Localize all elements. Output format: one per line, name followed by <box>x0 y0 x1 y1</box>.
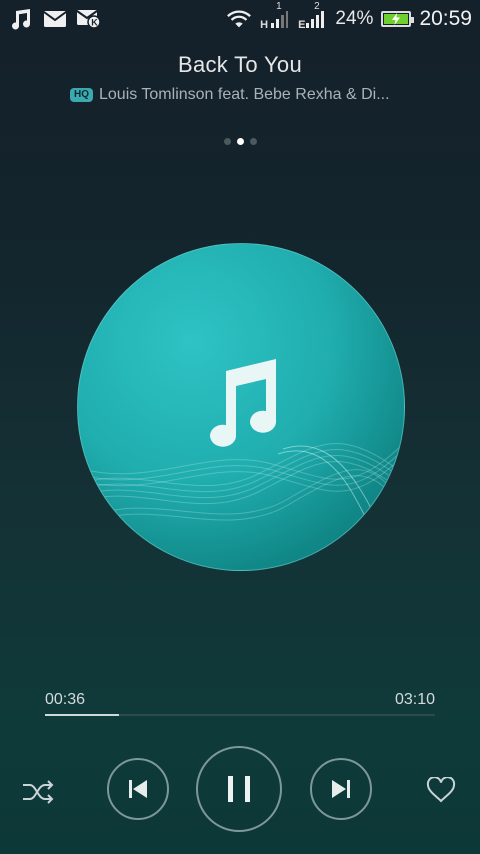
song-title: Back To You <box>178 52 302 77</box>
skip-previous-icon <box>129 780 147 798</box>
page-dot[interactable] <box>223 138 231 145</box>
next-button[interactable] <box>310 758 372 820</box>
artist-row: HQ Louis Tomlinson feat. Bebe Rexha & Di… <box>70 86 430 104</box>
pause-icon <box>228 776 250 802</box>
seek-bar-progress <box>45 714 120 716</box>
shuffle-button[interactable] <box>18 772 58 812</box>
artist-name: Louis Tomlinson feat. Bebe Rexha & Di... <box>99 86 390 103</box>
seek-bar[interactable] <box>45 714 435 716</box>
mail-icon <box>42 7 68 31</box>
shuffle-icon <box>23 780 54 804</box>
total-time: 03:10 <box>394 691 435 708</box>
page-indicator <box>0 138 480 145</box>
wifi-icon <box>226 7 252 31</box>
svg-text:K: K <box>91 18 98 28</box>
battery-percent: 24% <box>335 8 374 29</box>
music-note-icon <box>210 359 277 447</box>
favorite-button[interactable] <box>422 772 460 808</box>
play-pause-button[interactable] <box>196 746 282 832</box>
skip-next-icon <box>332 780 350 798</box>
status-bar: K H 1 E 2 24% 20:59 <box>0 0 480 38</box>
clock: 20:59 <box>419 7 472 30</box>
music-note-icon <box>8 7 34 31</box>
page-dot-active[interactable] <box>236 138 244 145</box>
hq-badge: HQ <box>70 88 93 102</box>
page-dot[interactable] <box>249 138 257 145</box>
sim-number-1: 1 <box>276 1 282 12</box>
heart-icon <box>426 777 456 803</box>
battery-charging-icon <box>381 11 415 27</box>
previous-button[interactable] <box>107 758 169 820</box>
album-art[interactable] <box>77 243 405 571</box>
elapsed-time: 00:36 <box>45 691 86 708</box>
mail-k-icon: K <box>76 7 102 31</box>
sim-number-2: 2 <box>314 1 320 12</box>
